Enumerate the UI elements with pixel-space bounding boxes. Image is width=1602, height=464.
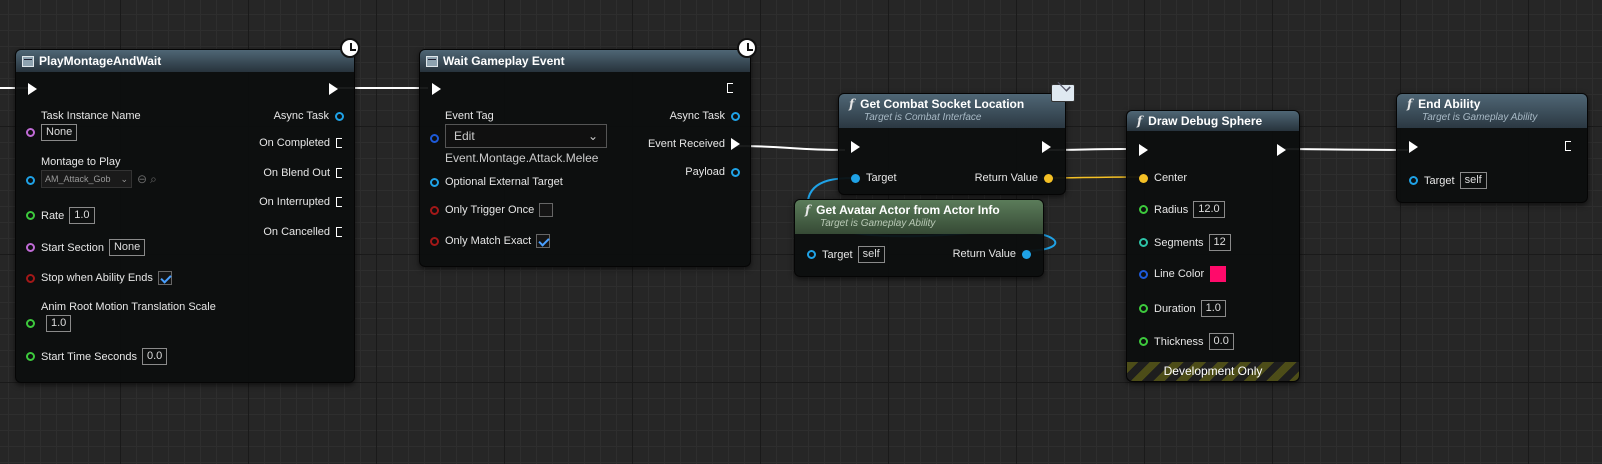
node-subtitle: Target is Gameplay Ability [820,218,936,229]
exec-out-pin[interactable] [329,83,338,95]
thickness-pin[interactable]: Thickness 0.0 [1139,333,1234,350]
start-section-pin[interactable]: Start Section None [26,239,146,256]
node-header[interactable]: f End Ability Target is Gameplay Ability [1397,94,1587,128]
exec-in-pin[interactable] [28,83,37,95]
function-icon: f [1137,114,1143,128]
draw-debug-sphere-node[interactable]: f Draw Debug Sphere Center Radius 12.0 S… [1126,110,1300,382]
on-cancelled-out-pin[interactable]: On Cancelled [263,226,344,238]
line-color-pin[interactable]: Line Color [1139,266,1227,282]
on-completed-out-pin[interactable]: On Completed [259,137,344,149]
use-selected-asset-icon[interactable]: ⊖ [137,172,147,186]
target-pin[interactable]: Target [851,172,897,184]
latent-clock-icon [737,38,757,58]
center-pin[interactable]: Center [1139,172,1187,184]
on-blend-out-out-pin[interactable]: On Blend Out [263,167,344,179]
chevron-down-icon: ⌄ [587,129,598,143]
exec-out-pin[interactable] [1042,141,1051,153]
segments-field[interactable]: 12 [1208,234,1231,251]
target-self-field[interactable]: self [857,246,885,263]
exec-wire-sphere-end [1282,148,1409,151]
node-subtitle: Target is Combat Interface [864,112,982,123]
node-title: Get Combat Socket Location [860,97,1025,111]
play-montage-and-wait-node[interactable]: PlayMontageAndWait Task Instance Name No… [15,38,360,383]
get-combat-socket-location-node[interactable]: f Get Combat Socket Location Target is C… [838,84,1075,195]
start-time-seconds-field[interactable]: 0.0 [142,348,168,365]
radius-pin[interactable]: Radius 12.0 [1139,201,1225,218]
anim-root-motion-scale-pin[interactable]: Anim Root Motion Translation Scale 1.0 [26,301,216,332]
async-task-out-pin[interactable]: Async Task [274,110,344,122]
return-value-out-pin[interactable]: Return Value [953,248,1031,260]
async-node-icon [22,55,34,67]
exec-out-pin[interactable] [1277,144,1286,156]
montage-asset-dropdown[interactable]: AM_Attack_Gob ⌄ [41,170,132,188]
event-tag-edit-dropdown[interactable]: Edit ⌄ [445,124,607,148]
rate-pin[interactable]: Rate 1.0 [26,207,95,224]
node-header[interactable]: f Get Avatar Actor from Actor Info Targe… [795,200,1043,234]
stop-when-ability-ends-pin[interactable]: Stop when Ability Ends [26,271,172,285]
get-avatar-actor-node[interactable]: f Get Avatar Actor from Actor Info Targe… [794,199,1044,277]
development-only-banner: Development Only [1127,362,1299,381]
duration-pin[interactable]: Duration 1.0 [1139,300,1226,317]
only-trigger-once-pin[interactable]: Only Trigger Once [430,203,554,217]
function-icon: f [1407,97,1413,111]
node-header[interactable]: f Draw Debug Sphere [1127,111,1299,131]
exec-in-pin[interactable] [1139,144,1148,156]
end-ability-node[interactable]: f End Ability Target is Gameplay Ability… [1396,93,1588,203]
target-self-field[interactable]: self [1459,172,1487,189]
rate-field[interactable]: 1.0 [69,207,95,224]
message-envelope-icon [1051,84,1075,102]
payload-out-pin[interactable]: Payload [685,166,740,178]
async-task-out-pin[interactable]: Async Task [670,110,740,122]
task-instance-name-field[interactable]: None [41,124,78,141]
event-tag-pin[interactable]: Event Tag Edit ⌄ Event.Montage.Attack.Me… [430,110,607,165]
return-value-out-pin[interactable]: Return Value [975,172,1053,184]
node-title: PlayMontageAndWait [39,54,162,68]
on-interrupted-out-pin[interactable]: On Interrupted [259,196,344,208]
radius-field[interactable]: 12.0 [1193,201,1225,218]
stop-when-ability-ends-checkbox[interactable] [157,271,172,285]
node-subtitle: Target is Gameplay Ability [1422,112,1538,123]
montage-to-play-pin[interactable]: Montage to Play AM_Attack_Gob ⌄ ⊖ ⌕ [26,156,157,188]
target-pin[interactable]: Target self [807,246,885,263]
exec-in-pin[interactable] [432,83,441,95]
target-pin[interactable]: Target self [1409,172,1487,189]
browse-asset-icon[interactable]: ⌕ [150,172,157,187]
event-received-out-pin[interactable]: Event Received [648,138,740,150]
exec-in-pin[interactable] [1409,141,1418,153]
node-title: Get Avatar Actor from Actor Info [816,203,1000,217]
wait-gameplay-event-node[interactable]: Wait Gameplay Event Event Tag Edit ⌄ Eve… [419,38,757,267]
event-tag-value: Event.Montage.Attack.Melee [445,151,599,165]
function-icon: f [849,97,855,111]
node-title: End Ability [1418,97,1481,111]
exec-out-pin[interactable] [727,83,735,93]
duration-field[interactable]: 1.0 [1200,300,1226,317]
node-header[interactable]: f Get Combat Socket Location Target is C… [839,94,1065,128]
only-trigger-once-checkbox[interactable] [539,203,554,217]
line-color-swatch[interactable] [1210,266,1227,282]
node-header[interactable]: Wait Gameplay Event [420,50,750,72]
segments-pin[interactable]: Segments 12 [1139,234,1231,251]
exec-wire-event-combat [734,145,846,151]
async-node-icon [426,55,438,67]
node-title: Wait Gameplay Event [443,54,565,68]
exec-in-pin[interactable] [851,141,860,153]
function-icon: f [805,203,811,217]
start-time-seconds-pin[interactable]: Start Time Seconds 0.0 [26,348,168,365]
thickness-field[interactable]: 0.0 [1208,333,1234,350]
node-header[interactable]: PlayMontageAndWait [16,50,354,72]
optional-external-target-pin[interactable]: Optional External Target [430,176,563,188]
exec-out-pin[interactable] [1565,141,1573,151]
latent-clock-icon [340,38,360,58]
anim-root-motion-scale-field[interactable]: 1.0 [46,315,72,332]
node-title: Draw Debug Sphere [1148,114,1263,128]
start-section-field[interactable]: None [108,239,146,256]
only-match-exact-checkbox[interactable] [536,234,551,248]
only-match-exact-pin[interactable]: Only Match Exact [430,234,551,248]
task-instance-name-pin[interactable]: Task Instance Name None [26,110,141,141]
chevron-down-icon: ⌄ [120,174,128,184]
